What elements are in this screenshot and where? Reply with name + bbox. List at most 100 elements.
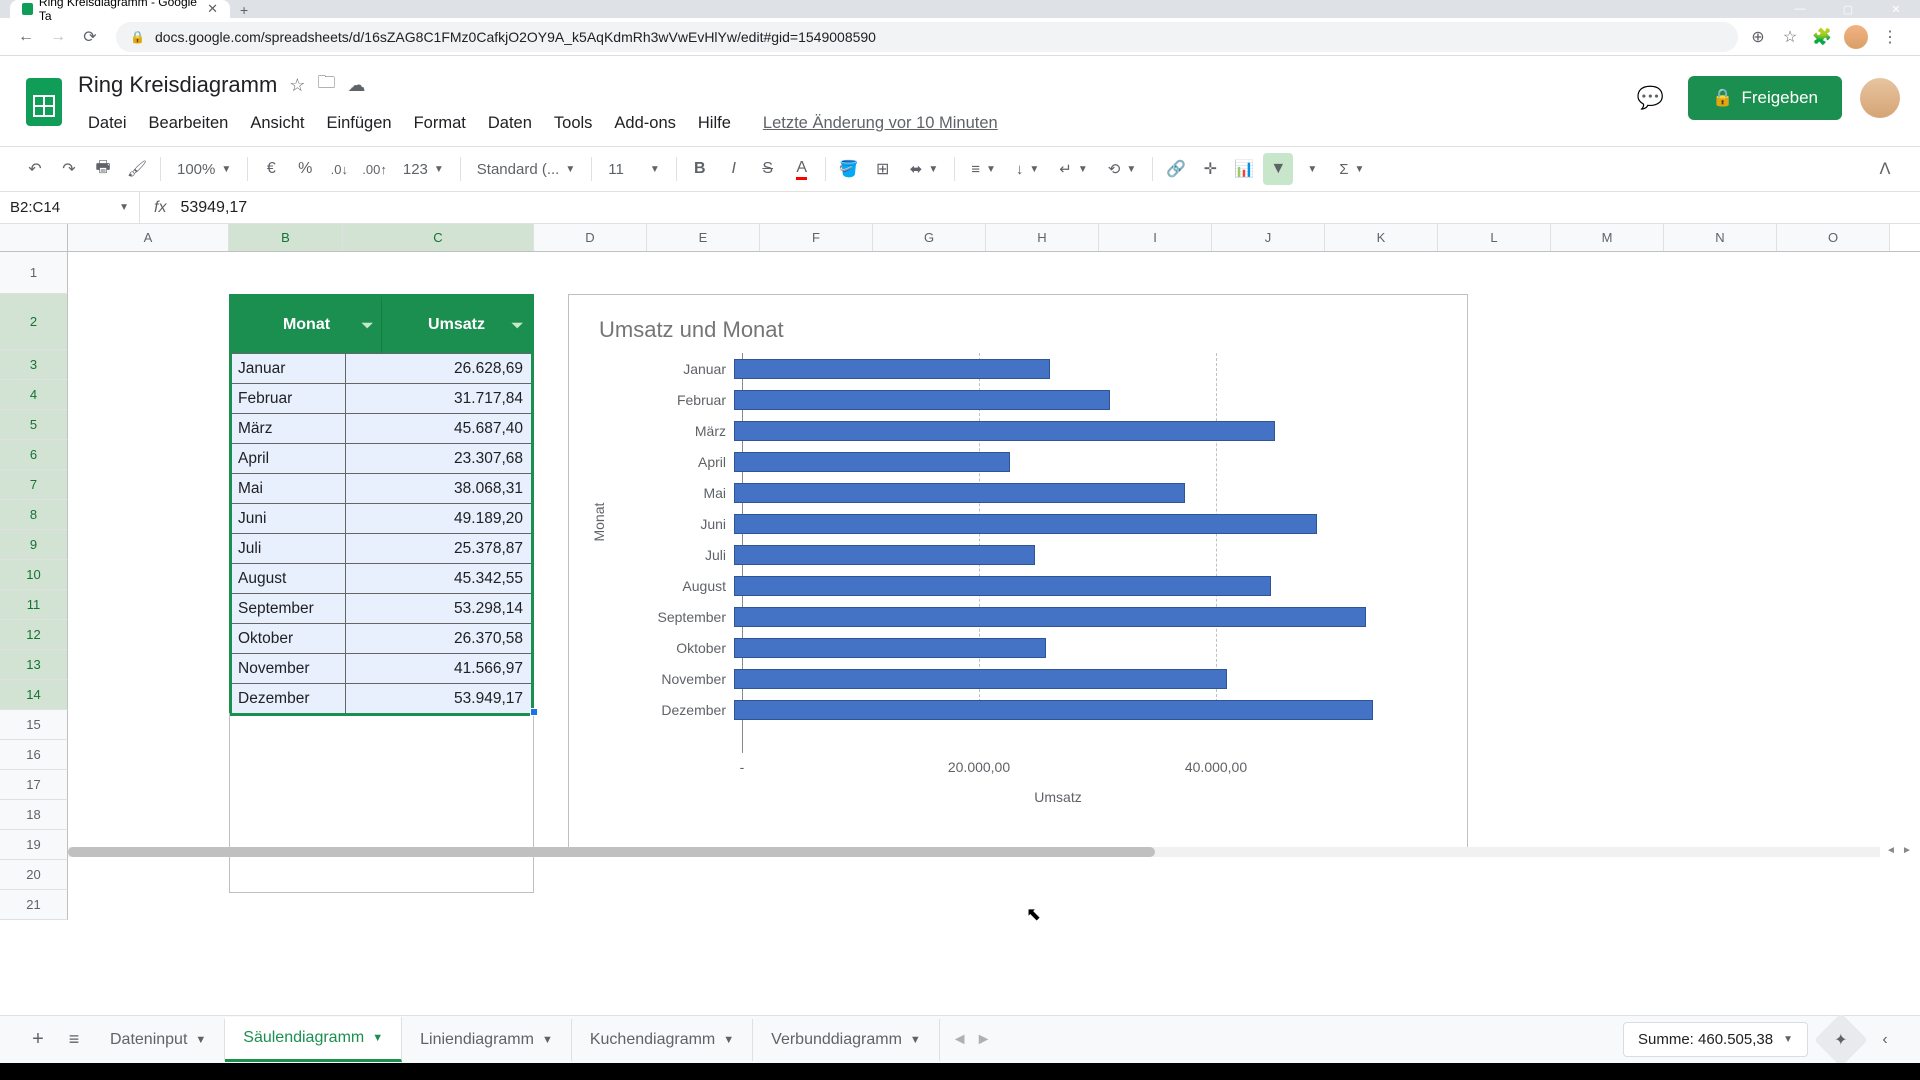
link-button[interactable]: 🔗 xyxy=(1161,153,1191,185)
star-icon[interactable]: ☆ xyxy=(1780,27,1800,47)
scroll-nav[interactable]: ◄► xyxy=(1884,843,1914,857)
row-header[interactable]: 15 xyxy=(0,710,68,740)
table-row[interactable]: Dezember53.949,17 xyxy=(232,683,531,713)
undo-button[interactable]: ↶ xyxy=(20,153,50,185)
share-button[interactable]: 🔒 Freigeben xyxy=(1688,76,1842,120)
cell-umsatz[interactable]: 53.949,17 xyxy=(346,684,531,713)
col-header-k[interactable]: K xyxy=(1325,224,1438,251)
row-header[interactable]: 17 xyxy=(0,770,68,800)
table-row[interactable]: Februar31.717,84 xyxy=(232,383,531,413)
col-header-j[interactable]: J xyxy=(1212,224,1325,251)
row-header[interactable]: 5 xyxy=(0,410,68,440)
col-header-a[interactable]: A xyxy=(68,224,229,251)
zoom-dropdown[interactable]: 100%▼ xyxy=(169,161,239,178)
table-row[interactable]: September53.298,14 xyxy=(232,593,531,623)
cell-month[interactable]: Juni xyxy=(232,504,346,533)
number-format-dropdown[interactable]: 123▼ xyxy=(395,161,452,178)
row-header[interactable]: 16 xyxy=(0,740,68,770)
comments-icon[interactable]: 💬 xyxy=(1630,78,1670,118)
table-row[interactable]: August45.342,55 xyxy=(232,563,531,593)
increase-decimal-button[interactable]: .00↑ xyxy=(358,153,391,185)
menu-file[interactable]: Datei xyxy=(78,110,137,137)
maximize-window-icon[interactable]: ▢ xyxy=(1824,0,1872,18)
italic-button[interactable]: I xyxy=(719,153,749,185)
table-row[interactable]: Juni49.189,20 xyxy=(232,503,531,533)
cell-month[interactable]: November xyxy=(232,654,346,683)
cloud-status-icon[interactable]: ☁ xyxy=(347,75,365,96)
table-row[interactable]: April23.307,68 xyxy=(232,443,531,473)
close-tab-icon[interactable]: ✕ xyxy=(207,1,218,17)
borders-button[interactable]: ⊞ xyxy=(868,153,898,185)
reload-button[interactable]: ⟳ xyxy=(74,21,106,53)
explore-button[interactable]: ✦ xyxy=(1814,1013,1868,1067)
table-row[interactable]: Mai38.068,31 xyxy=(232,473,531,503)
percent-button[interactable]: % xyxy=(290,153,320,185)
cells-area[interactable]: Monat ⏷ Umsatz ⏷ Januar26.628,69Februar3… xyxy=(68,252,1920,922)
table-row[interactable]: November41.566,97 xyxy=(232,653,531,683)
col-header-i[interactable]: I xyxy=(1099,224,1212,251)
col-header-n[interactable]: N xyxy=(1664,224,1777,251)
menu-insert[interactable]: Einfügen xyxy=(316,110,401,137)
cell-umsatz[interactable]: 45.342,55 xyxy=(346,564,531,593)
filter-dropdown-icon[interactable]: ▼ xyxy=(1297,153,1327,185)
chart-button[interactable]: 📊 xyxy=(1229,153,1259,185)
row-header[interactable]: 18 xyxy=(0,800,68,830)
cell-month[interactable]: Dezember xyxy=(232,684,346,713)
move-doc-icon[interactable]: 🗀 xyxy=(317,70,335,100)
row-header[interactable]: 14 xyxy=(0,680,68,710)
font-size-dropdown[interactable]: 11▼ xyxy=(600,161,667,178)
row-header[interactable]: 9 xyxy=(0,530,68,560)
back-button[interactable]: ← xyxy=(10,21,42,53)
zoom-icon[interactable]: ⊕ xyxy=(1748,27,1768,47)
cell-month[interactable]: Mai xyxy=(232,474,346,503)
all-sheets-button[interactable]: ≡ xyxy=(56,1022,92,1058)
sheet-tab-saeulendiagramm[interactable]: Säulendiagramm▼ xyxy=(225,1017,402,1062)
rotate-dropdown[interactable]: ⟲▼ xyxy=(1100,160,1144,178)
cell-umsatz[interactable]: 38.068,31 xyxy=(346,474,531,503)
cell-umsatz[interactable]: 45.687,40 xyxy=(346,414,531,443)
strike-button[interactable]: S xyxy=(753,153,783,185)
close-window-icon[interactable]: ✕ xyxy=(1872,0,1920,18)
forward-button[interactable]: → xyxy=(42,21,74,53)
table-row[interactable]: Oktober26.370,58 xyxy=(232,623,531,653)
row-header[interactable]: 8 xyxy=(0,500,68,530)
col-header-m[interactable]: M xyxy=(1551,224,1664,251)
cell-umsatz[interactable]: 23.307,68 xyxy=(346,444,531,473)
row-header[interactable]: 19 xyxy=(0,830,68,860)
merge-dropdown[interactable]: ⬌▼ xyxy=(902,160,946,178)
row-header[interactable]: 1 xyxy=(0,252,68,294)
sheet-nav-right-icon[interactable]: ► xyxy=(976,1031,992,1049)
row-header[interactable]: 6 xyxy=(0,440,68,470)
cell-umsatz[interactable]: 26.628,69 xyxy=(346,354,531,383)
select-all-corner[interactable] xyxy=(0,224,68,251)
cell-umsatz[interactable]: 53.298,14 xyxy=(346,594,531,623)
last-edit-link[interactable]: Letzte Änderung vor 10 Minuten xyxy=(753,110,1008,137)
browser-tab[interactable]: Ring Kreisdiagramm - Google Ta ✕ xyxy=(10,0,230,18)
sheet-tab-liniendiagramm[interactable]: Liniendiagramm▼ xyxy=(402,1019,572,1061)
cell-month[interactable]: September xyxy=(232,594,346,623)
row-header[interactable]: 21 xyxy=(0,890,68,920)
sheet-tab-dateninput[interactable]: Dateninput▼ xyxy=(92,1019,225,1061)
sheets-logo[interactable] xyxy=(20,72,68,132)
table-row[interactable]: Januar26.628,69 xyxy=(232,353,531,383)
decrease-decimal-button[interactable]: .0↓ xyxy=(324,153,354,185)
col-header-h[interactable]: H xyxy=(986,224,1099,251)
cell-umsatz[interactable]: 49.189,20 xyxy=(346,504,531,533)
url-bar[interactable]: 🔒 docs.google.com/spreadsheets/d/16sZAG8… xyxy=(116,22,1738,52)
doc-title[interactable]: Ring Kreisdiagramm xyxy=(78,72,277,98)
formula-value[interactable]: 53949,17 xyxy=(180,199,247,217)
cell-month[interactable]: August xyxy=(232,564,346,593)
new-tab-button[interactable]: + xyxy=(230,2,258,18)
horizontal-scrollbar[interactable] xyxy=(68,847,1880,857)
row-header[interactable]: 10 xyxy=(0,560,68,590)
collapse-toolbar-icon[interactable]: ᐱ xyxy=(1870,153,1900,185)
filter-icon[interactable]: ⏷ xyxy=(362,317,373,334)
cell-umsatz[interactable]: 25.378,87 xyxy=(346,534,531,563)
sheet-nav-left-icon[interactable]: ◄ xyxy=(952,1031,968,1049)
menu-view[interactable]: Ansicht xyxy=(240,110,314,137)
print-button[interactable]: 🖶 xyxy=(88,153,118,185)
menu-format[interactable]: Format xyxy=(404,110,476,137)
sheet-tab-kuchendiagramm[interactable]: Kuchendiagramm▼ xyxy=(572,1019,753,1061)
cell-month[interactable]: Juli xyxy=(232,534,346,563)
col-header-f[interactable]: F xyxy=(760,224,873,251)
